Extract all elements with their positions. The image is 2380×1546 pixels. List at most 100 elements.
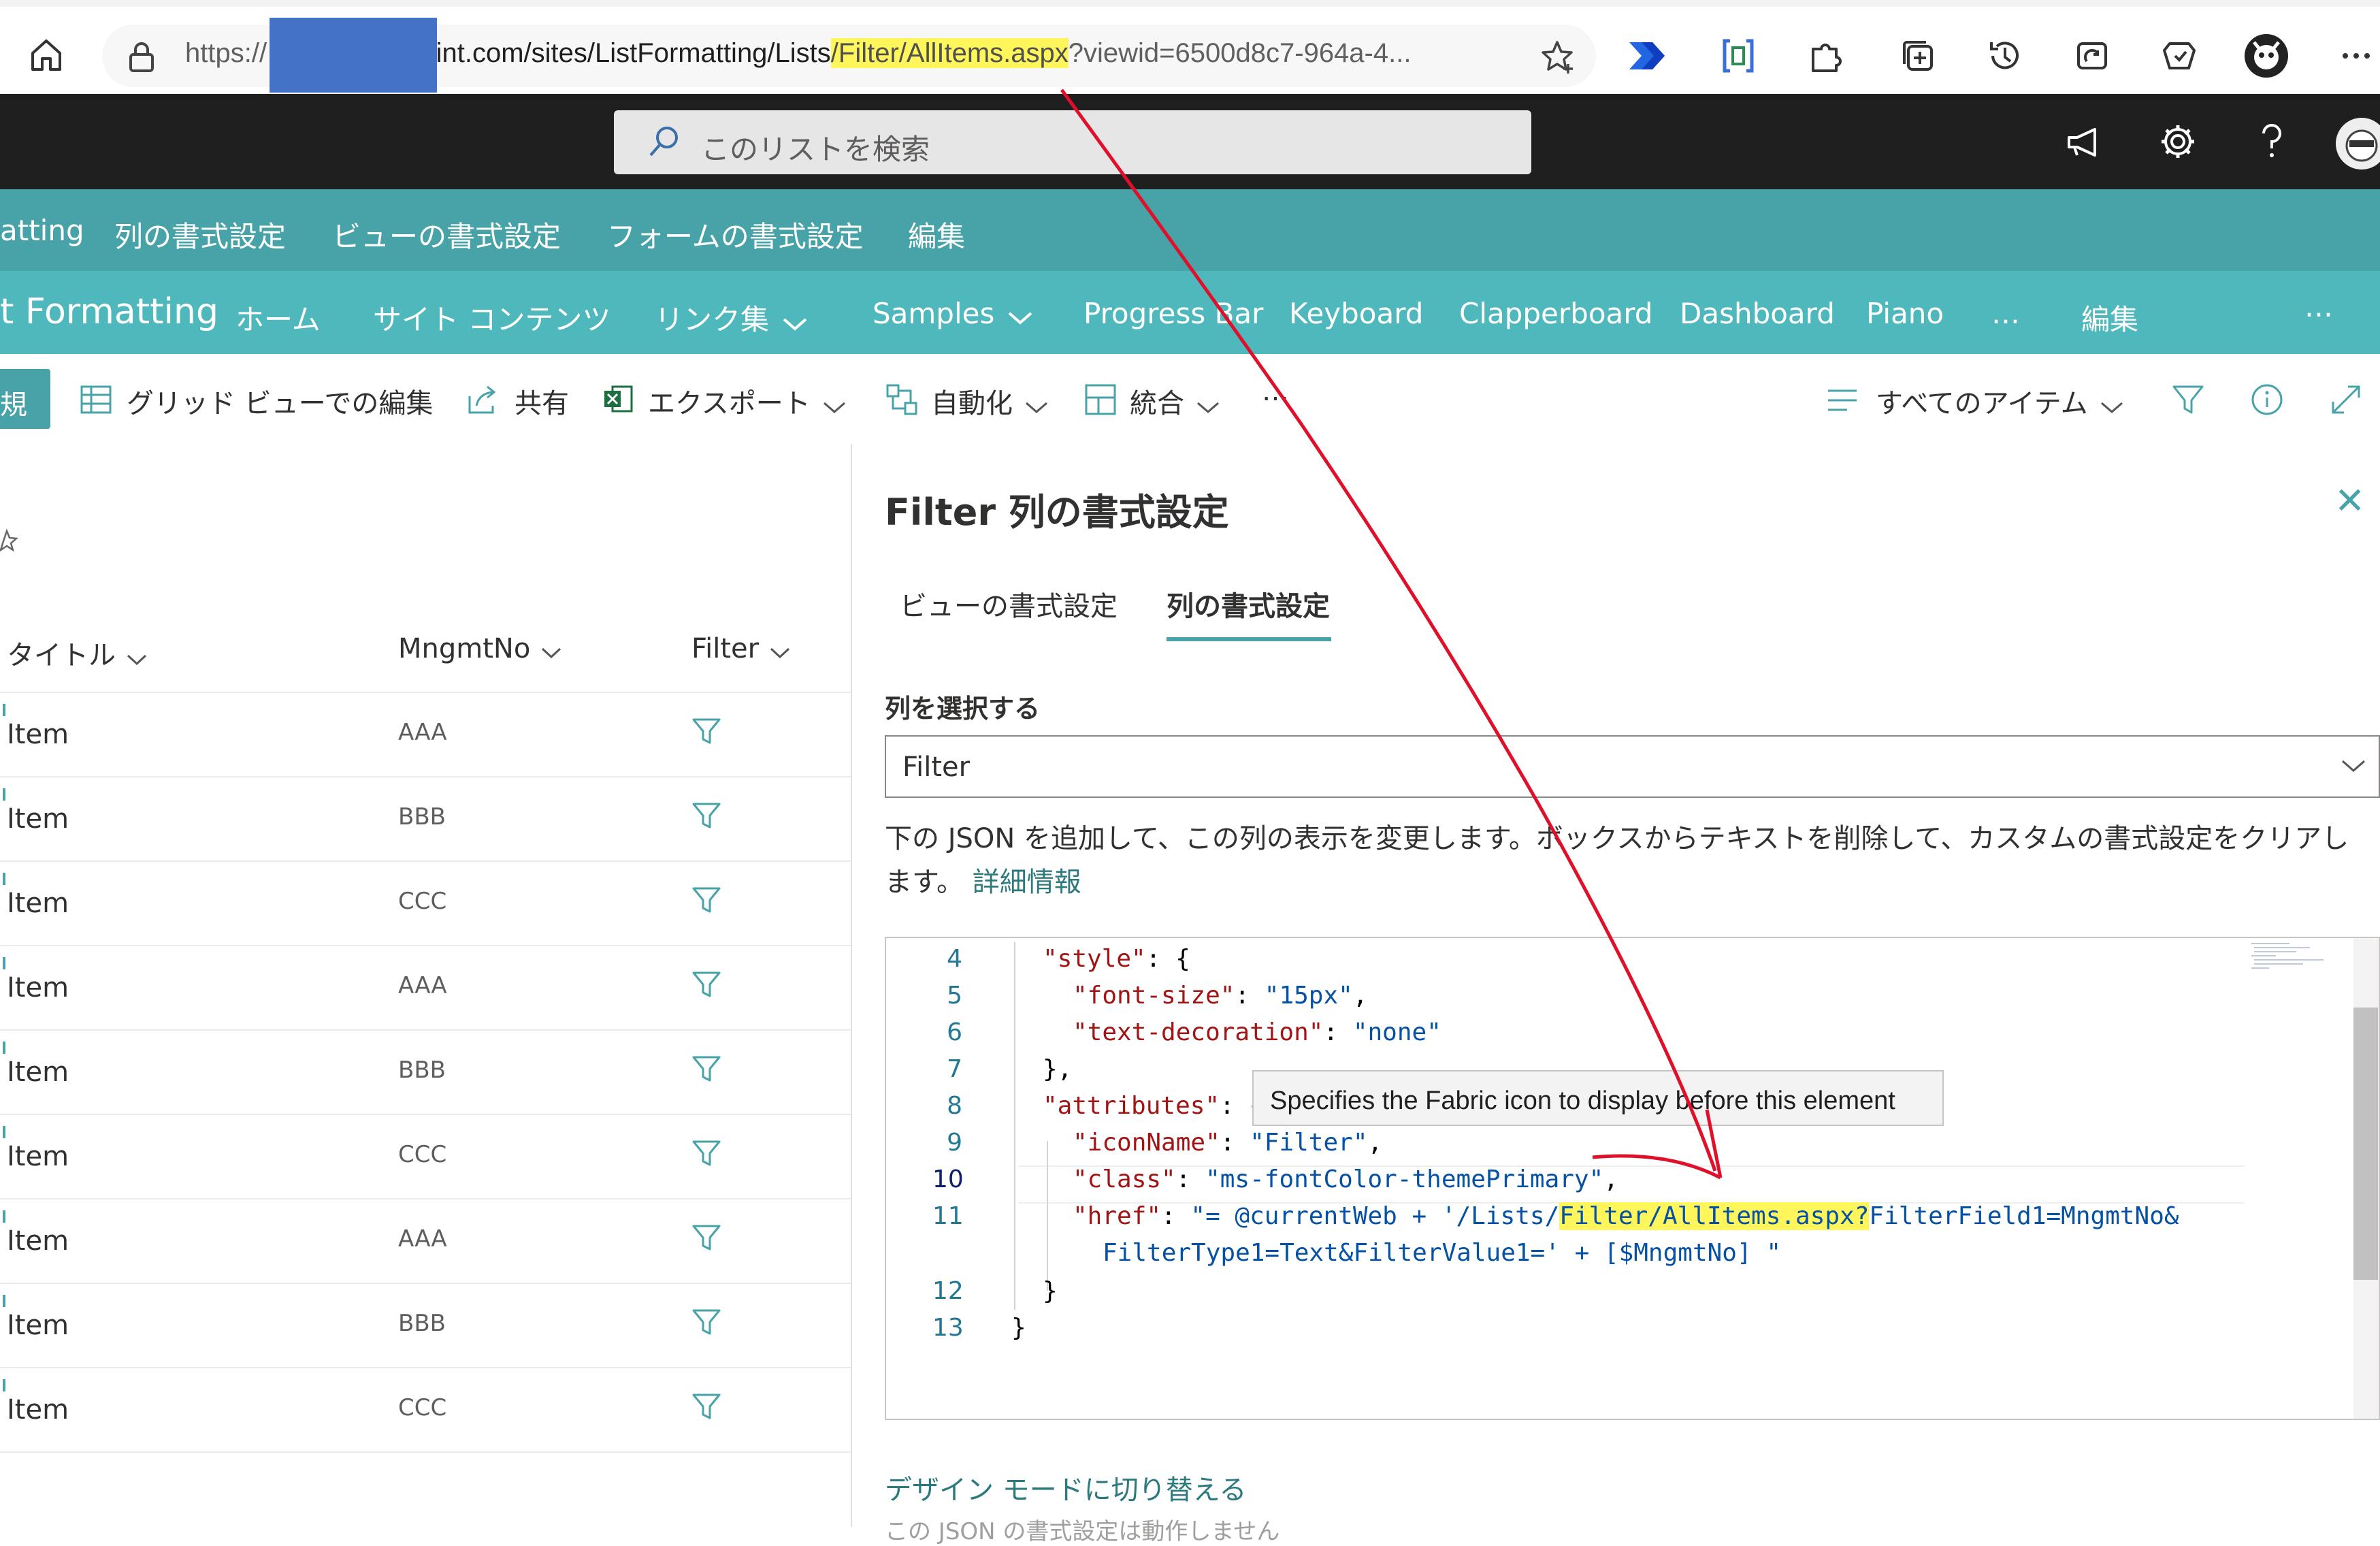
column-header-title[interactable]: タイトル	[7, 633, 147, 673]
list-row[interactable]: Item AAA	[0, 693, 851, 777]
site-nav-samples[interactable]: Samples	[873, 297, 1032, 332]
filter-link-icon[interactable]	[691, 1223, 721, 1253]
collections-icon[interactable]	[1899, 37, 1937, 75]
site-nav-site-contents[interactable]: サイト コンテンツ	[373, 297, 610, 338]
row-title[interactable]: Item	[7, 888, 69, 919]
hub-nav-item-edit[interactable]: 編集	[908, 214, 965, 255]
info-icon[interactable]	[2250, 383, 2284, 417]
site-nav-overflow[interactable]: …	[2304, 290, 2333, 323]
downloads-sync-icon[interactable]	[2073, 37, 2111, 75]
lock-icon[interactable]	[127, 41, 157, 74]
column-select-dropdown[interactable]	[885, 735, 2380, 798]
export-button[interactable]: エクスポート	[648, 381, 846, 421]
filter-link-icon[interactable]	[691, 801, 721, 831]
chevron-down-icon	[1196, 389, 1220, 421]
tab-view-formatting[interactable]: ビューの書式設定	[900, 584, 1118, 624]
learn-more-link[interactable]: 詳細情報	[973, 867, 1081, 898]
extensions-puzzle-icon[interactable]	[1806, 37, 1844, 75]
grid-edit-button[interactable]: グリッド ビューでの編集	[127, 381, 433, 421]
json-punct: ,	[1367, 1129, 1383, 1157]
list-row[interactable]: Item BBB	[0, 777, 851, 862]
list-row[interactable]: Item AAA	[0, 1199, 851, 1284]
line-number-current: 10	[932, 1165, 964, 1193]
filter-link-icon[interactable]	[691, 1054, 721, 1084]
editor-scrollbar-thumb[interactable]	[2353, 1008, 2378, 1280]
json-key: "href"	[1073, 1202, 1162, 1230]
column-header-mngmtno[interactable]: MngmtNo	[398, 633, 561, 666]
search-placeholder: このリストを検索	[701, 133, 930, 166]
editor-minimap[interactable]	[2249, 941, 2351, 975]
automate-button[interactable]: 自動化	[931, 381, 1048, 421]
browser-more-icon[interactable]	[2341, 49, 2371, 63]
line-number: 9	[947, 1129, 962, 1157]
settings-gear-icon[interactable]	[2159, 123, 2197, 161]
history-icon[interactable]	[1986, 37, 2024, 75]
json-punct: :	[1235, 982, 1265, 1010]
announcement-icon[interactable]	[2065, 125, 2103, 159]
home-icon[interactable]	[27, 35, 65, 74]
filter-link-icon[interactable]	[691, 969, 721, 999]
hub-nav-item-site[interactable]: atting	[0, 214, 84, 247]
profile-avatar[interactable]	[2243, 33, 2289, 79]
site-nav-clapperboard[interactable]: Clapperboard	[1459, 297, 1652, 330]
filter-link-icon[interactable]	[691, 716, 721, 746]
tab-column-formatting[interactable]: 列の書式設定	[1167, 584, 1330, 624]
new-button[interactable]: 規	[0, 369, 50, 429]
switch-to-design-mode-link[interactable]: デザイン モードに切り替える	[885, 1468, 1247, 1507]
row-title[interactable]: Item	[7, 1141, 69, 1172]
favorite-star-icon[interactable]	[0, 527, 19, 552]
row-title[interactable]: Item	[7, 972, 69, 1003]
site-nav-piano[interactable]: Piano	[1866, 297, 1944, 330]
site-nav-dashboard[interactable]: Dashboard	[1680, 297, 1835, 330]
row-title[interactable]: Item	[7, 719, 69, 750]
list-row[interactable]: Item BBB	[0, 1284, 851, 1368]
favorite-add-icon[interactable]	[1539, 38, 1578, 76]
row-title[interactable]: Item	[7, 1310, 69, 1341]
filter-link-icon[interactable]	[691, 1138, 721, 1168]
view-list-icon	[1827, 385, 1858, 415]
row-mngmtno: CCC	[398, 888, 447, 915]
list-row[interactable]: Item BBB	[0, 1031, 851, 1115]
list-row[interactable]: Item CCC	[0, 862, 851, 946]
view-selector[interactable]: すべてのアイテム	[1876, 381, 2123, 421]
filter-link-icon[interactable]	[691, 1307, 721, 1337]
automate-label: 自動化	[931, 388, 1013, 419]
column-header-filter[interactable]: Filter	[691, 633, 790, 666]
view-selector-label: すべてのアイテム	[1876, 388, 2088, 419]
hub-nav-item-form-formatting[interactable]: フォームの書式設定	[607, 214, 864, 255]
column-header-title-label: タイトル	[7, 640, 116, 671]
row-title[interactable]: Item	[7, 1225, 69, 1257]
site-nav-more[interactable]: …	[1991, 297, 2020, 330]
share-button[interactable]: 共有	[515, 381, 569, 421]
filter-pane-icon[interactable]	[2171, 383, 2205, 417]
row-mngmtno: AAA	[398, 972, 447, 999]
performance-icon[interactable]	[2160, 37, 2198, 75]
list-row[interactable]: Item CCC	[0, 1368, 851, 1453]
site-nav-home[interactable]: ホーム	[235, 297, 321, 338]
filter-link-icon[interactable]	[691, 885, 721, 915]
help-icon[interactable]	[2258, 123, 2285, 161]
list-row[interactable]: Item AAA	[0, 946, 851, 1031]
site-nav-edit[interactable]: 編集	[2081, 297, 2138, 338]
integrate-button[interactable]: 統合	[1130, 381, 1220, 421]
close-icon[interactable]: ✕	[2334, 479, 2365, 522]
hub-nav-item-column-formatting[interactable]: 列の書式設定	[114, 214, 286, 255]
hub-nav-item-view-formatting[interactable]: ビューの書式設定	[332, 214, 561, 255]
site-nav-progress-bar[interactable]: Progress Bar	[1083, 297, 1263, 330]
expand-icon[interactable]	[2329, 383, 2363, 417]
filter-link-icon[interactable]	[691, 1391, 721, 1421]
row-title[interactable]: Item	[7, 1057, 69, 1088]
list-row[interactable]: Item CCC	[0, 1115, 851, 1199]
json-punct: ,	[1603, 1165, 1618, 1193]
row-title[interactable]: Item	[7, 1394, 69, 1426]
extension-bracket-icon[interactable]	[1719, 37, 1757, 75]
row-indicator	[3, 873, 5, 885]
user-avatar[interactable]	[2334, 113, 2380, 174]
url-path-highlight: /Filter/AllItems.aspx	[830, 38, 1069, 68]
command-more-button[interactable]: …	[1262, 376, 1289, 407]
site-title[interactable]: t Formatting	[0, 291, 218, 332]
power-automate-icon[interactable]	[1627, 38, 1670, 74]
site-nav-links[interactable]: リンク集	[655, 297, 807, 338]
row-title[interactable]: Item	[7, 803, 69, 835]
site-nav-keyboard[interactable]: Keyboard	[1289, 297, 1423, 330]
